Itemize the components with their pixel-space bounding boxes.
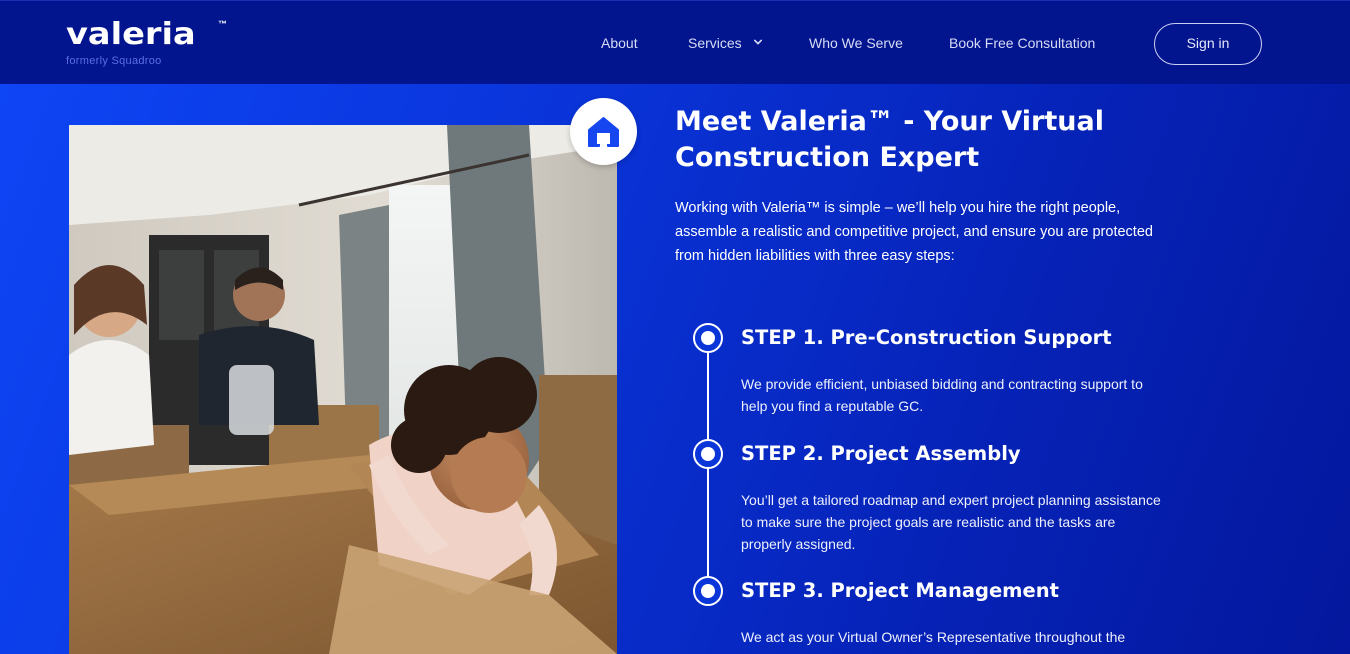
step-2-title: STEP 2. Project Assembly bbox=[741, 442, 1021, 465]
home-badge bbox=[570, 98, 637, 165]
nav-about[interactable]: About bbox=[601, 34, 638, 52]
nav-services-label: Services bbox=[688, 35, 742, 51]
step-3-title: STEP 3. Project Management bbox=[741, 579, 1059, 602]
home-icon bbox=[588, 117, 619, 147]
family-moving-photo bbox=[69, 125, 617, 654]
step-1-text: We provide efficient, unbiased bidding a… bbox=[741, 376, 1143, 414]
nav-book-consultation[interactable]: Book Free Consultation bbox=[949, 34, 1095, 52]
step-2-marker bbox=[693, 439, 723, 469]
hero-section: Meet Valeria™ - Your Virtual Constructio… bbox=[0, 84, 1350, 654]
hero-intro: Working with Valeria™ is simple – we’ll … bbox=[675, 200, 1153, 264]
nav-services[interactable]: Services bbox=[688, 34, 762, 52]
step-1-marker bbox=[693, 323, 723, 353]
chevron-down-icon bbox=[753, 39, 762, 45]
step-3-text: We act as your Virtual Owner’s Represent… bbox=[741, 629, 1126, 645]
step-1-title: STEP 1. Pre-Construction Support bbox=[741, 326, 1112, 349]
step-3-marker bbox=[693, 576, 723, 606]
main-nav: About Services Who We Serve Book Free Co… bbox=[0, 1, 1350, 85]
photo-illustration bbox=[69, 125, 617, 654]
site-header: valeria ™ formerly Squadroo About Servic… bbox=[0, 0, 1350, 84]
steps-timeline bbox=[707, 352, 709, 592]
sign-in-button[interactable]: Sign in bbox=[1154, 23, 1262, 65]
step-2-text: You’ll get a tailored roadmap and expert… bbox=[741, 492, 1161, 552]
nav-who-we-serve[interactable]: Who We Serve bbox=[809, 34, 903, 52]
hero-title: Meet Valeria™ - Your Virtual Constructio… bbox=[675, 106, 1104, 173]
